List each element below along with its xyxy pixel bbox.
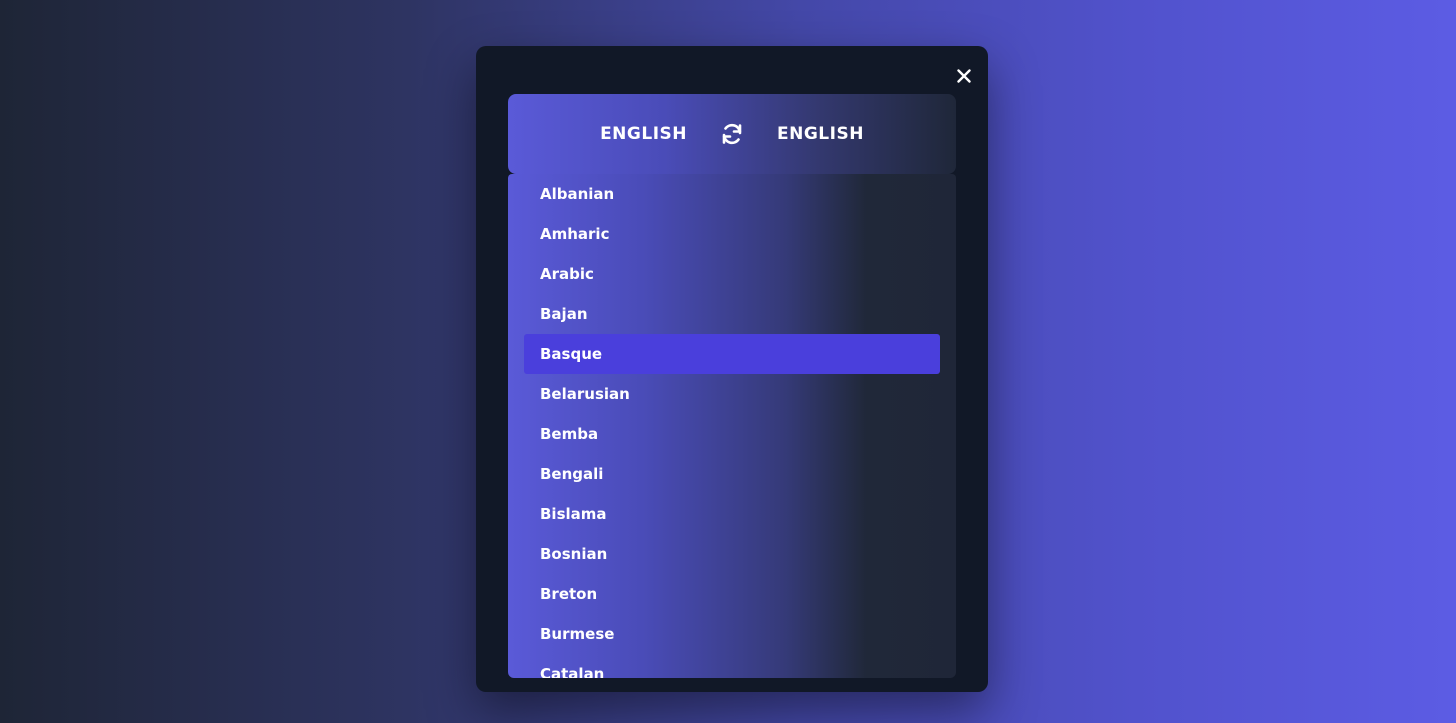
- language-selector-header: ENGLISH ENGLISH: [508, 94, 956, 174]
- language-option-bajan[interactable]: Bajan: [524, 294, 940, 334]
- swap-languages-button[interactable]: [719, 121, 745, 147]
- language-option-bosnian[interactable]: Bosnian: [524, 534, 940, 574]
- language-option-burmese[interactable]: Burmese: [524, 614, 940, 654]
- language-dropdown[interactable]: Albanian Amharic Arabic Bajan Basque Bel…: [508, 174, 956, 678]
- language-option-bislama[interactable]: Bislama: [524, 494, 940, 534]
- close-icon: [957, 69, 971, 83]
- language-option-amharic[interactable]: Amharic: [524, 214, 940, 254]
- target-language-button[interactable]: ENGLISH: [777, 124, 864, 144]
- language-option-bemba[interactable]: Bemba: [524, 414, 940, 454]
- language-option-bengali[interactable]: Bengali: [524, 454, 940, 494]
- source-language-button[interactable]: ENGLISH: [600, 124, 687, 144]
- language-option-albanian[interactable]: Albanian: [524, 174, 940, 214]
- language-list: Albanian Amharic Arabic Bajan Basque Bel…: [508, 174, 956, 678]
- language-option-catalan[interactable]: Catalan: [524, 654, 940, 678]
- language-option-belarusian[interactable]: Belarusian: [524, 374, 940, 414]
- close-button[interactable]: [954, 66, 974, 86]
- language-modal: ENGLISH ENGLISH Albanian Amharic Arabic …: [476, 46, 988, 692]
- language-option-arabic[interactable]: Arabic: [524, 254, 940, 294]
- swap-arrows-icon: [722, 123, 742, 145]
- language-option-breton[interactable]: Breton: [524, 574, 940, 614]
- language-option-basque[interactable]: Basque: [524, 334, 940, 374]
